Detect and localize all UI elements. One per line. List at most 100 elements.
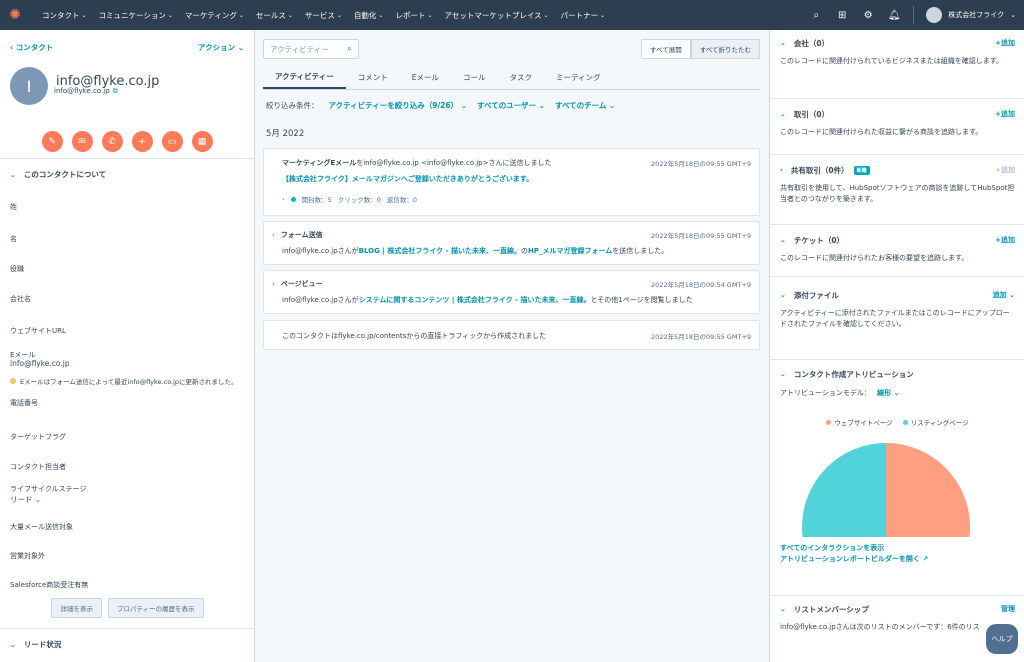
blog-page-link[interactable]: BLOG | 株式会社フライク - 描いた未来、一直線。	[359, 247, 521, 255]
actions-dropdown[interactable]: アクション ⌄	[198, 42, 244, 53]
attribution-model-dropdown[interactable]: 線形 ⌄	[877, 389, 899, 397]
add-attachment-dropdown[interactable]: 追加 ⌄	[993, 290, 1015, 300]
prop-sales-excluded[interactable]: 営業対象外	[10, 551, 45, 561]
property-history-button[interactable]: プロパティーの履歴を表示	[107, 598, 204, 618]
pageview-activity-card[interactable]: › ページビュー 2022年5月18日の09:54 GMT+9 info@flyk…	[263, 270, 760, 314]
tab-1[interactable]: コメント	[346, 66, 400, 89]
add-shared-deal-button[interactable]: +追加	[995, 165, 1015, 175]
chevron-right-icon[interactable]: ›	[272, 231, 275, 239]
account-name: 株式会社フライク	[948, 11, 1005, 19]
gear-icon[interactable]: ⚙	[861, 10, 875, 21]
pie-slice-0[interactable]	[886, 443, 970, 537]
filter-teams-dropdown[interactable]: すべてのチーム ⌄	[555, 100, 615, 111]
tab-4[interactable]: タスク	[497, 66, 544, 89]
chevron-down-icon: ⌄	[600, 11, 606, 19]
nav-item-3[interactable]: セールス ⌄	[250, 10, 299, 21]
prop-first-name[interactable]: 名	[10, 234, 17, 244]
legend-item: ウェブサイトページ	[826, 417, 893, 427]
chevron-down-icon: ⌄	[287, 11, 293, 19]
manage-lists-button[interactable]: 管理	[1001, 604, 1015, 614]
prop-website[interactable]: ウェブサイトURL	[10, 326, 66, 336]
tab-2[interactable]: Eメール	[400, 66, 451, 89]
account-menu[interactable]: 株式会社フライク ⌄	[926, 7, 1016, 23]
activity-timestamp: 2022年5月18日の09:55 GMT+9	[651, 160, 751, 168]
prop-last-name[interactable]: 姓	[10, 202, 17, 212]
activity-timestamp: 2022年5月18日の09:55 GMT+9	[651, 232, 751, 240]
add-company-button[interactable]: +追加	[995, 38, 1015, 48]
expand-all-button[interactable]: すべて展開	[640, 39, 691, 59]
bell-icon[interactable]: 🔔︎	[887, 10, 901, 21]
chart-legend: ウェブサイトページ リスティングページ	[780, 417, 1015, 427]
prop-target-flag[interactable]: ターゲットフラグ	[10, 432, 66, 442]
note-button[interactable]: ✎	[41, 131, 63, 152]
email-activity-card[interactable]: マーケティングEメールをinfo@flyke.co.jp <info@flyke…	[263, 148, 760, 216]
nav-item-1[interactable]: コミュニケーション ⌄	[93, 10, 179, 21]
opens-count: 開封数：5	[301, 196, 332, 204]
show-details-button[interactable]: 詳細を表示	[51, 598, 102, 618]
chevron-down-icon: ⌄	[336, 11, 342, 19]
deals-section: ⌄ 取引（0） +追加 このレコードに関連付けられた収益に繋がる商談を追跡します。	[770, 99, 1024, 155]
marketplace-icon[interactable]: ⊞	[835, 10, 849, 21]
activity-search-input[interactable]: アクティビティー ⌕	[263, 39, 359, 59]
add-deal-button[interactable]: +追加	[995, 109, 1015, 119]
content-page-link[interactable]: システムに関するコンテンツ | 株式会社フライク - 描いた未来、一直線。	[359, 296, 591, 304]
prop-phone[interactable]: 電話番号	[10, 398, 38, 408]
prop-email-value[interactable]: info@flyke.co.jp	[10, 359, 70, 368]
contact-email: info@flyke.co.jp ⧉	[54, 87, 118, 95]
collapse-all-button[interactable]: すべて折りたたむ	[690, 39, 760, 59]
nav-item-2[interactable]: マーケティング ⌄	[179, 10, 250, 21]
nav-item-7[interactable]: アセットマーケットプレイス ⌄	[438, 10, 554, 21]
lead-status-section-header[interactable]: ⌄ リード状況	[0, 628, 255, 660]
chevron-down-icon: ⌄	[81, 11, 87, 19]
chevron-down-icon: ⌄	[378, 11, 384, 19]
help-button[interactable]: ヘルプ	[986, 624, 1018, 654]
add-button[interactable]: +	[131, 131, 153, 152]
prop-owner[interactable]: コンタクト担当者	[10, 462, 66, 472]
task-button[interactable]: ▭	[161, 131, 183, 152]
prop-job-title[interactable]: 役職	[10, 264, 24, 274]
activity-timestamp: 2022年5月18日の09:54 GMT+9	[651, 281, 751, 289]
lifecycle-select[interactable]: リード ⌄	[10, 494, 41, 505]
nav-item-0[interactable]: コンタクト ⌄	[36, 10, 93, 21]
nav-item-8[interactable]: パートナー ⌄	[555, 10, 612, 21]
top-nav: ✺ コンタクト ⌄ コミュニケーション ⌄ マーケティング ⌄ セールス ⌄ サービス ⌄ 自動化 ⌄…	[0, 0, 1024, 30]
email-button[interactable]: ✉	[71, 131, 93, 152]
nav-item-6[interactable]: レポート ⌄	[389, 10, 438, 21]
filter-activity-dropdown[interactable]: アクティビティーを絞り込み（9/26） ⌄	[329, 100, 468, 111]
add-ticket-button[interactable]: +追加	[995, 235, 1015, 245]
attribution-pie-chart	[802, 443, 970, 537]
meeting-button[interactable]: ▦	[191, 131, 213, 152]
chevron-right-icon[interactable]: ›	[282, 195, 285, 203]
copy-icon[interactable]: ⧉	[113, 87, 118, 95]
email-subject-link[interactable]: 【株式会社フライク】メールマガジンへご登録いただきありがとうございます。	[282, 175, 533, 183]
chevron-down-icon: ⌄	[543, 11, 549, 19]
show-interactions-link[interactable]: すべてのインタラクションを表示	[780, 543, 1015, 554]
legend-item: リスティングページ	[902, 417, 969, 427]
status-dot-icon	[290, 196, 296, 202]
prop-company[interactable]: 会社名	[10, 294, 31, 304]
tab-3[interactable]: コール	[451, 66, 498, 89]
hubspot-logo-icon[interactable]: ✺	[0, 0, 30, 30]
chevron-down-icon: ⌄	[167, 11, 173, 19]
back-to-contacts-link[interactable]: ‹ コンタクト	[10, 42, 53, 53]
report-builder-link[interactable]: アトリビューションレポートビルダーを開く ↗	[780, 554, 1015, 565]
about-section-header[interactable]: ⌄ このコンタクトについて	[0, 158, 254, 190]
nav-item-5[interactable]: 自動化 ⌄	[348, 10, 390, 21]
search-icon[interactable]: ⌕	[809, 10, 823, 21]
form-link[interactable]: HP_メルマガ登録フォーム	[528, 247, 612, 255]
nav-item-4[interactable]: サービス ⌄	[299, 10, 348, 21]
prop-bulk-mail[interactable]: 大量メール送信対象	[10, 522, 73, 532]
pie-slice-1[interactable]	[802, 443, 886, 537]
tab-5[interactable]: ミーティング	[544, 66, 613, 89]
call-button[interactable]: ✆	[101, 131, 123, 152]
tab-0[interactable]: アクティビティー	[263, 66, 346, 89]
chevron-right-icon[interactable]: ›	[272, 280, 275, 288]
filter-users-dropdown[interactable]: すべてのユーザー ⌄	[477, 100, 545, 111]
filter-label: 絞り込み条件：	[266, 101, 319, 110]
prop-salesforce[interactable]: Salesforce商談受注有無	[10, 580, 88, 590]
company-section: ⌄ 会社（0） +追加 このレコードに関連付けられているビジネスまたは組織を確認し…	[770, 30, 1024, 99]
contact-avatar: I	[10, 67, 48, 105]
form-activity-card[interactable]: › フォーム送信 2022年5月18日の09:55 GMT+9 info@flyk…	[263, 221, 760, 265]
contact-sidebar: ‹ コンタクト アクション ⌄ I info@flyke.co.jp info@…	[0, 30, 255, 662]
association-sidebar: ⌄ 会社（0） +追加 このレコードに関連付けられているビジネスまたは組織を確認し…	[769, 30, 1024, 662]
